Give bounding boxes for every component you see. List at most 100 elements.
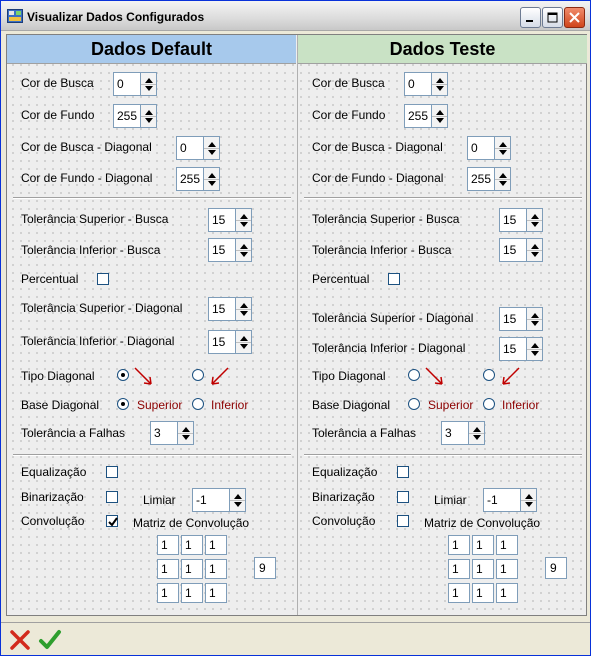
matriz-cell[interactable]: 1: [181, 559, 203, 579]
tipo-diagonal-radio-down-right[interactable]: [408, 369, 420, 381]
equalizacao-checkbox[interactable]: [106, 466, 118, 478]
cor-fundo-diagonal-input-spinner[interactable]: [203, 167, 220, 191]
tol-inf-busca-input-spinner[interactable]: [526, 238, 543, 262]
spin-up-icon[interactable]: [531, 244, 539, 249]
cancel-icon[interactable]: [7, 627, 33, 653]
cor-fundo-input-spinner[interactable]: [140, 104, 157, 128]
tipo-diagonal-radio-down-left[interactable]: [483, 369, 495, 381]
limiar-input[interactable]: -1: [192, 488, 246, 512]
tol-inf-busca-input[interactable]: 15: [499, 238, 543, 262]
cor-busca-diagonal-input[interactable]: 0: [467, 136, 511, 160]
spin-up-icon[interactable]: [436, 110, 444, 115]
maximize-button[interactable]: [542, 7, 563, 28]
tol-sup-busca-input[interactable]: 15: [499, 208, 543, 232]
spin-down-icon[interactable]: [436, 86, 444, 91]
equalizacao-checkbox[interactable]: [397, 466, 409, 478]
spin-down-icon[interactable]: [499, 181, 507, 186]
matriz-cell[interactable]: 1: [472, 583, 494, 603]
cor-fundo-input-spinner[interactable]: [431, 104, 448, 128]
tol-inf-diagonal-input[interactable]: 15: [499, 337, 543, 361]
spin-down-icon[interactable]: [234, 502, 242, 507]
confirm-icon[interactable]: [37, 627, 63, 653]
limiar-input[interactable]: -1: [483, 488, 537, 512]
spin-up-icon[interactable]: [145, 110, 153, 115]
spin-up-icon[interactable]: [145, 78, 153, 83]
spin-down-icon[interactable]: [208, 181, 216, 186]
matriz-cell[interactable]: 1: [448, 559, 470, 579]
percentual-checkbox[interactable]: [97, 273, 109, 285]
base-diagonal-radio-superior[interactable]: [117, 398, 129, 410]
tipo-diagonal-radio-down-left[interactable]: [192, 369, 204, 381]
tol-sup-diagonal-input-spinner[interactable]: [526, 307, 543, 331]
spin-down-icon[interactable]: [182, 435, 190, 440]
tol-sup-busca-input-spinner[interactable]: [526, 208, 543, 232]
spin-up-icon[interactable]: [240, 244, 248, 249]
tol-inf-diagonal-input-spinner[interactable]: [526, 337, 543, 361]
spin-down-icon[interactable]: [531, 351, 539, 356]
spin-down-icon[interactable]: [525, 502, 533, 507]
spin-up-icon[interactable]: [240, 336, 248, 341]
spin-up-icon[interactable]: [234, 494, 242, 499]
binarizacao-checkbox[interactable]: [397, 491, 409, 503]
close-button[interactable]: [564, 7, 585, 28]
spin-up-icon[interactable]: [208, 173, 216, 178]
cor-busca-input[interactable]: 0: [113, 72, 157, 96]
tol-sup-diagonal-input[interactable]: 15: [208, 297, 252, 321]
convolucao-checkbox[interactable]: [106, 515, 118, 527]
matriz-cell[interactable]: 1: [472, 559, 494, 579]
matriz-cell[interactable]: 1: [472, 535, 494, 555]
base-diagonal-radio-superior[interactable]: [408, 398, 420, 410]
tol-inf-busca-input[interactable]: 15: [208, 238, 252, 262]
spin-up-icon[interactable]: [531, 343, 539, 348]
spin-up-icon[interactable]: [473, 427, 481, 432]
cor-fundo-diagonal-input[interactable]: 255: [467, 167, 511, 191]
matriz-cell[interactable]: 1: [448, 535, 470, 555]
matriz-cell[interactable]: 1: [157, 535, 179, 555]
cor-fundo-input[interactable]: 255: [404, 104, 448, 128]
spin-down-icon[interactable]: [531, 321, 539, 326]
tol-falhas-input[interactable]: 3: [441, 421, 485, 445]
limiar-input-spinner[interactable]: [229, 488, 246, 512]
spin-up-icon[interactable]: [182, 427, 190, 432]
spin-down-icon[interactable]: [240, 344, 248, 349]
spin-up-icon[interactable]: [240, 303, 248, 308]
base-diagonal-radio-inferior[interactable]: [192, 398, 204, 410]
spin-down-icon[interactable]: [531, 222, 539, 227]
matriz-cell[interactable]: 1: [205, 535, 227, 555]
spin-down-icon[interactable]: [473, 435, 481, 440]
spin-down-icon[interactable]: [240, 311, 248, 316]
tol-inf-busca-input-spinner[interactable]: [235, 238, 252, 262]
spin-down-icon[interactable]: [145, 118, 153, 123]
cor-busca-diagonal-input[interactable]: 0: [176, 136, 220, 160]
matriz-cell[interactable]: 1: [205, 559, 227, 579]
tol-sup-busca-input-spinner[interactable]: [235, 208, 252, 232]
cor-busca-diagonal-input-spinner[interactable]: [494, 136, 511, 160]
limiar-input-spinner[interactable]: [520, 488, 537, 512]
spin-up-icon[interactable]: [499, 173, 507, 178]
matriz-divisor-input[interactable]: 9: [545, 557, 567, 579]
spin-down-icon[interactable]: [531, 252, 539, 257]
spin-down-icon[interactable]: [145, 86, 153, 91]
matriz-cell[interactable]: 1: [496, 583, 518, 603]
matriz-cell[interactable]: 1: [496, 559, 518, 579]
title-bar[interactable]: Visualizar Dados Configurados: [1, 1, 590, 31]
matriz-cell[interactable]: 1: [157, 583, 179, 603]
cor-busca-input-spinner[interactable]: [140, 72, 157, 96]
cor-fundo-input[interactable]: 255: [113, 104, 157, 128]
tol-inf-diagonal-input-spinner[interactable]: [235, 330, 252, 354]
matriz-cell[interactable]: 1: [448, 583, 470, 603]
tol-sup-diagonal-input[interactable]: 15: [499, 307, 543, 331]
binarizacao-checkbox[interactable]: [106, 491, 118, 503]
cor-fundo-diagonal-input[interactable]: 255: [176, 167, 220, 191]
percentual-checkbox[interactable]: [388, 273, 400, 285]
matriz-cell[interactable]: 1: [181, 583, 203, 603]
tipo-diagonal-radio-down-right[interactable]: [117, 369, 129, 381]
matriz-divisor-input[interactable]: 9: [254, 557, 276, 579]
tol-falhas-input-spinner[interactable]: [177, 421, 194, 445]
spin-up-icon[interactable]: [531, 313, 539, 318]
spin-down-icon[interactable]: [240, 222, 248, 227]
spin-up-icon[interactable]: [525, 494, 533, 499]
minimize-button[interactable]: [520, 7, 541, 28]
matriz-cell[interactable]: 1: [496, 535, 518, 555]
tol-inf-diagonal-input[interactable]: 15: [208, 330, 252, 354]
